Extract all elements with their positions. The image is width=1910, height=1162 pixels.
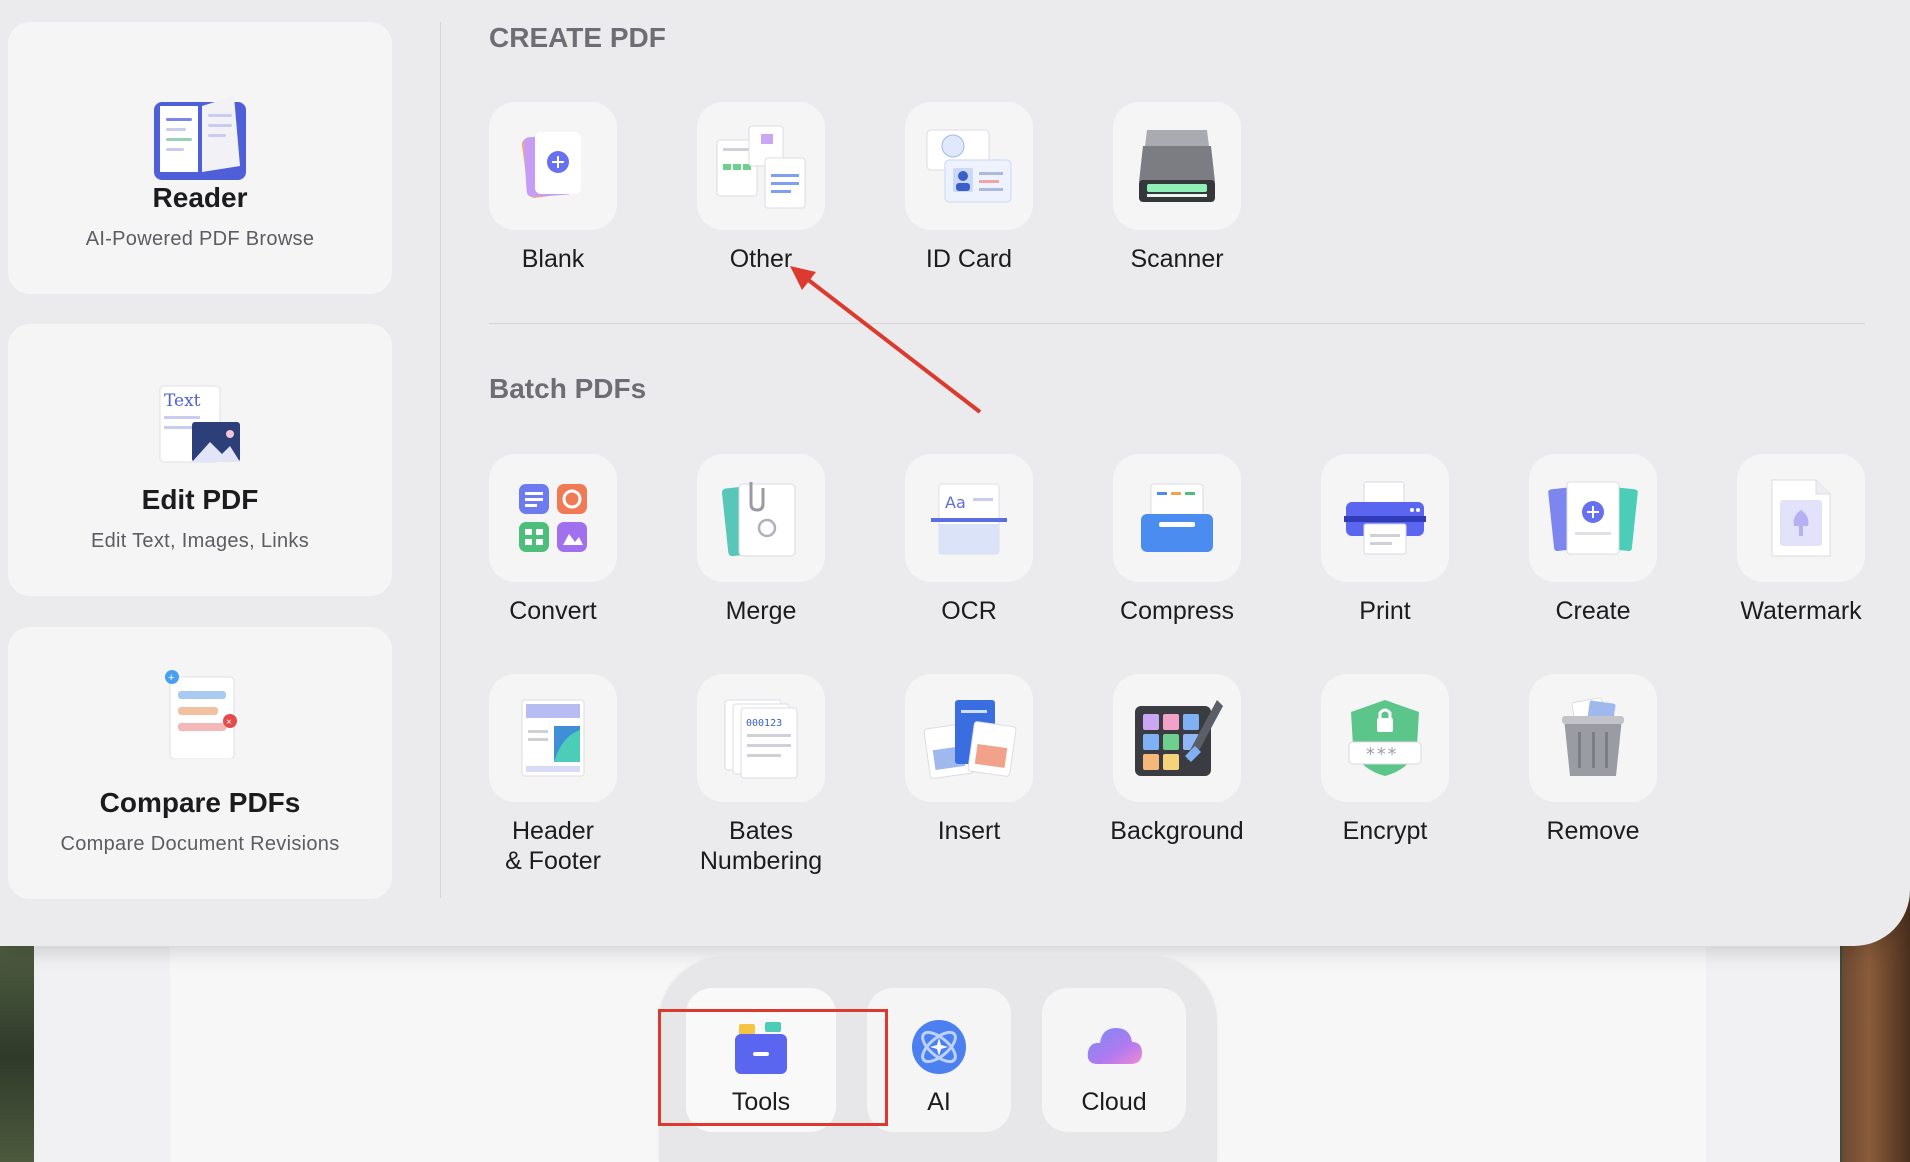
ocr-icon-text: Aa xyxy=(945,493,966,512)
section-divider xyxy=(489,323,1865,324)
header-footer-icon xyxy=(521,699,585,777)
bates-numbering-label: Bates Numbering xyxy=(661,816,861,876)
bates-numbering-tool[interactable]: 000123 Bates Numbering xyxy=(661,674,861,876)
ai-orbit-icon xyxy=(912,1020,966,1074)
dock-ai-button[interactable]: AI xyxy=(867,988,1011,1132)
compress-label: Compress xyxy=(1120,597,1234,625)
print-tool[interactable]: Print xyxy=(1285,454,1485,626)
open-book-icon xyxy=(154,96,246,180)
id-card-tool[interactable]: ID Card xyxy=(869,102,1069,274)
header-footer-tool[interactable]: Header & Footer xyxy=(453,674,653,876)
compress-tool[interactable]: Compress xyxy=(1077,454,1277,626)
compress-tray-icon xyxy=(1141,483,1213,552)
compare-documents-icon: + × xyxy=(165,670,237,759)
tools-box-icon xyxy=(735,1022,787,1074)
id-card-label: ID Card xyxy=(925,245,1013,273)
dock-cloud-button[interactable]: Cloud xyxy=(1042,988,1186,1132)
merge-tool[interactable]: Merge xyxy=(661,454,861,626)
batch-pdfs-heading: Batch PDFs xyxy=(489,373,647,404)
other-label: Other xyxy=(729,245,793,273)
svg-text:×: × xyxy=(226,717,232,728)
printer-icon xyxy=(1344,481,1426,555)
insert-pages-icon xyxy=(923,700,1017,779)
blank-label: Blank xyxy=(521,245,585,273)
background-palette-icon xyxy=(1135,700,1223,776)
insert-label: Insert xyxy=(937,817,1001,845)
dock-ai-label: AI xyxy=(927,1088,951,1116)
background-tool[interactable]: Background xyxy=(1077,674,1277,846)
header-footer-label: Header & Footer xyxy=(453,816,653,876)
edit-pdf-subtitle: Edit Text, Images, Links xyxy=(90,530,310,552)
header-footer-label-line1: Header xyxy=(512,817,594,845)
reader-title: Reader xyxy=(152,182,248,213)
bates-numbering-label-line2: Numbering xyxy=(699,847,823,875)
encrypt-shield-icon: *** xyxy=(1348,700,1422,776)
reader-card[interactable]: Reader AI-Powered PDF Browse xyxy=(8,22,392,294)
ocr-scan-icon: Aa xyxy=(931,483,1007,555)
edit-text-image-icon: Text xyxy=(159,385,240,463)
reader-subtitle: AI-Powered PDF Browse xyxy=(85,228,315,250)
scanner-label: Scanner xyxy=(1130,245,1224,273)
id-card-icon xyxy=(926,129,1012,203)
edit-icon-text: Text xyxy=(164,391,201,411)
print-label: Print xyxy=(1359,597,1411,625)
edit-pdf-title: Edit PDF xyxy=(141,484,259,515)
bates-numbering-label-line1: Bates xyxy=(729,817,793,845)
background-label: Background xyxy=(1110,817,1244,845)
convert-label: Convert xyxy=(509,597,597,625)
convert-grid-icon xyxy=(519,484,587,552)
insert-tool[interactable]: Insert xyxy=(869,674,1069,846)
header-footer-label-line2: & Footer xyxy=(505,847,601,875)
merge-clip-icon xyxy=(721,482,796,557)
encrypt-tool[interactable]: *** Encrypt xyxy=(1285,674,1485,846)
encrypt-label: Encrypt xyxy=(1342,817,1428,845)
blank-page-plus-icon xyxy=(521,132,581,198)
create-pdf-heading: CREATE PDF xyxy=(489,22,666,53)
watermark-label: Watermark xyxy=(1740,597,1862,625)
watermark-icon xyxy=(1771,479,1831,557)
other-tool[interactable]: Other xyxy=(661,102,861,274)
compare-pdfs-card[interactable]: + × Compare PDFs Compare Document Revisi… xyxy=(8,627,392,899)
edit-pdf-card[interactable]: Text Edit PDF Edit Text, Images, Links xyxy=(8,324,392,596)
bottom-dock: Tools AI Cloud xyxy=(659,958,1217,1162)
compare-pdfs-title: Compare PDFs xyxy=(99,787,301,818)
create-tool[interactable]: Create xyxy=(1493,454,1693,626)
blank-tool[interactable]: Blank xyxy=(453,102,653,274)
dock-tools-button[interactable]: Tools xyxy=(686,988,836,1132)
remove-label: Remove xyxy=(1546,817,1640,845)
bates-numbering-icon: 000123 xyxy=(724,699,798,779)
watermark-tool[interactable]: Watermark xyxy=(1701,454,1901,626)
create-label: Create xyxy=(1555,597,1631,625)
trash-can-icon xyxy=(1562,697,1624,776)
convert-tool[interactable]: Convert xyxy=(453,454,653,626)
scanner-icon xyxy=(1139,130,1215,202)
merge-label: Merge xyxy=(725,597,797,625)
encrypt-icon-text: *** xyxy=(1365,744,1398,765)
compare-pdfs-subtitle: Compare Document Revisions xyxy=(60,833,340,855)
tools-popover-panel: Reader AI-Powered PDF Browse Text Edit P… xyxy=(0,0,1910,946)
dock-tools-label: Tools xyxy=(731,1088,791,1116)
other-documents-icon xyxy=(716,125,806,209)
annotation-arrow xyxy=(790,266,982,414)
ocr-label: OCR xyxy=(941,597,997,625)
create-plus-icon xyxy=(1548,481,1638,555)
vertical-divider xyxy=(440,22,441,898)
dock-cloud-label: Cloud xyxy=(1081,1088,1147,1116)
scanner-tool[interactable]: Scanner xyxy=(1077,102,1277,274)
cloud-icon xyxy=(1087,1028,1142,1064)
bates-icon-text: 000123 xyxy=(746,718,782,729)
ocr-tool[interactable]: Aa OCR xyxy=(869,454,1069,626)
remove-tool[interactable]: Remove xyxy=(1493,674,1693,846)
svg-text:+: + xyxy=(168,672,174,684)
